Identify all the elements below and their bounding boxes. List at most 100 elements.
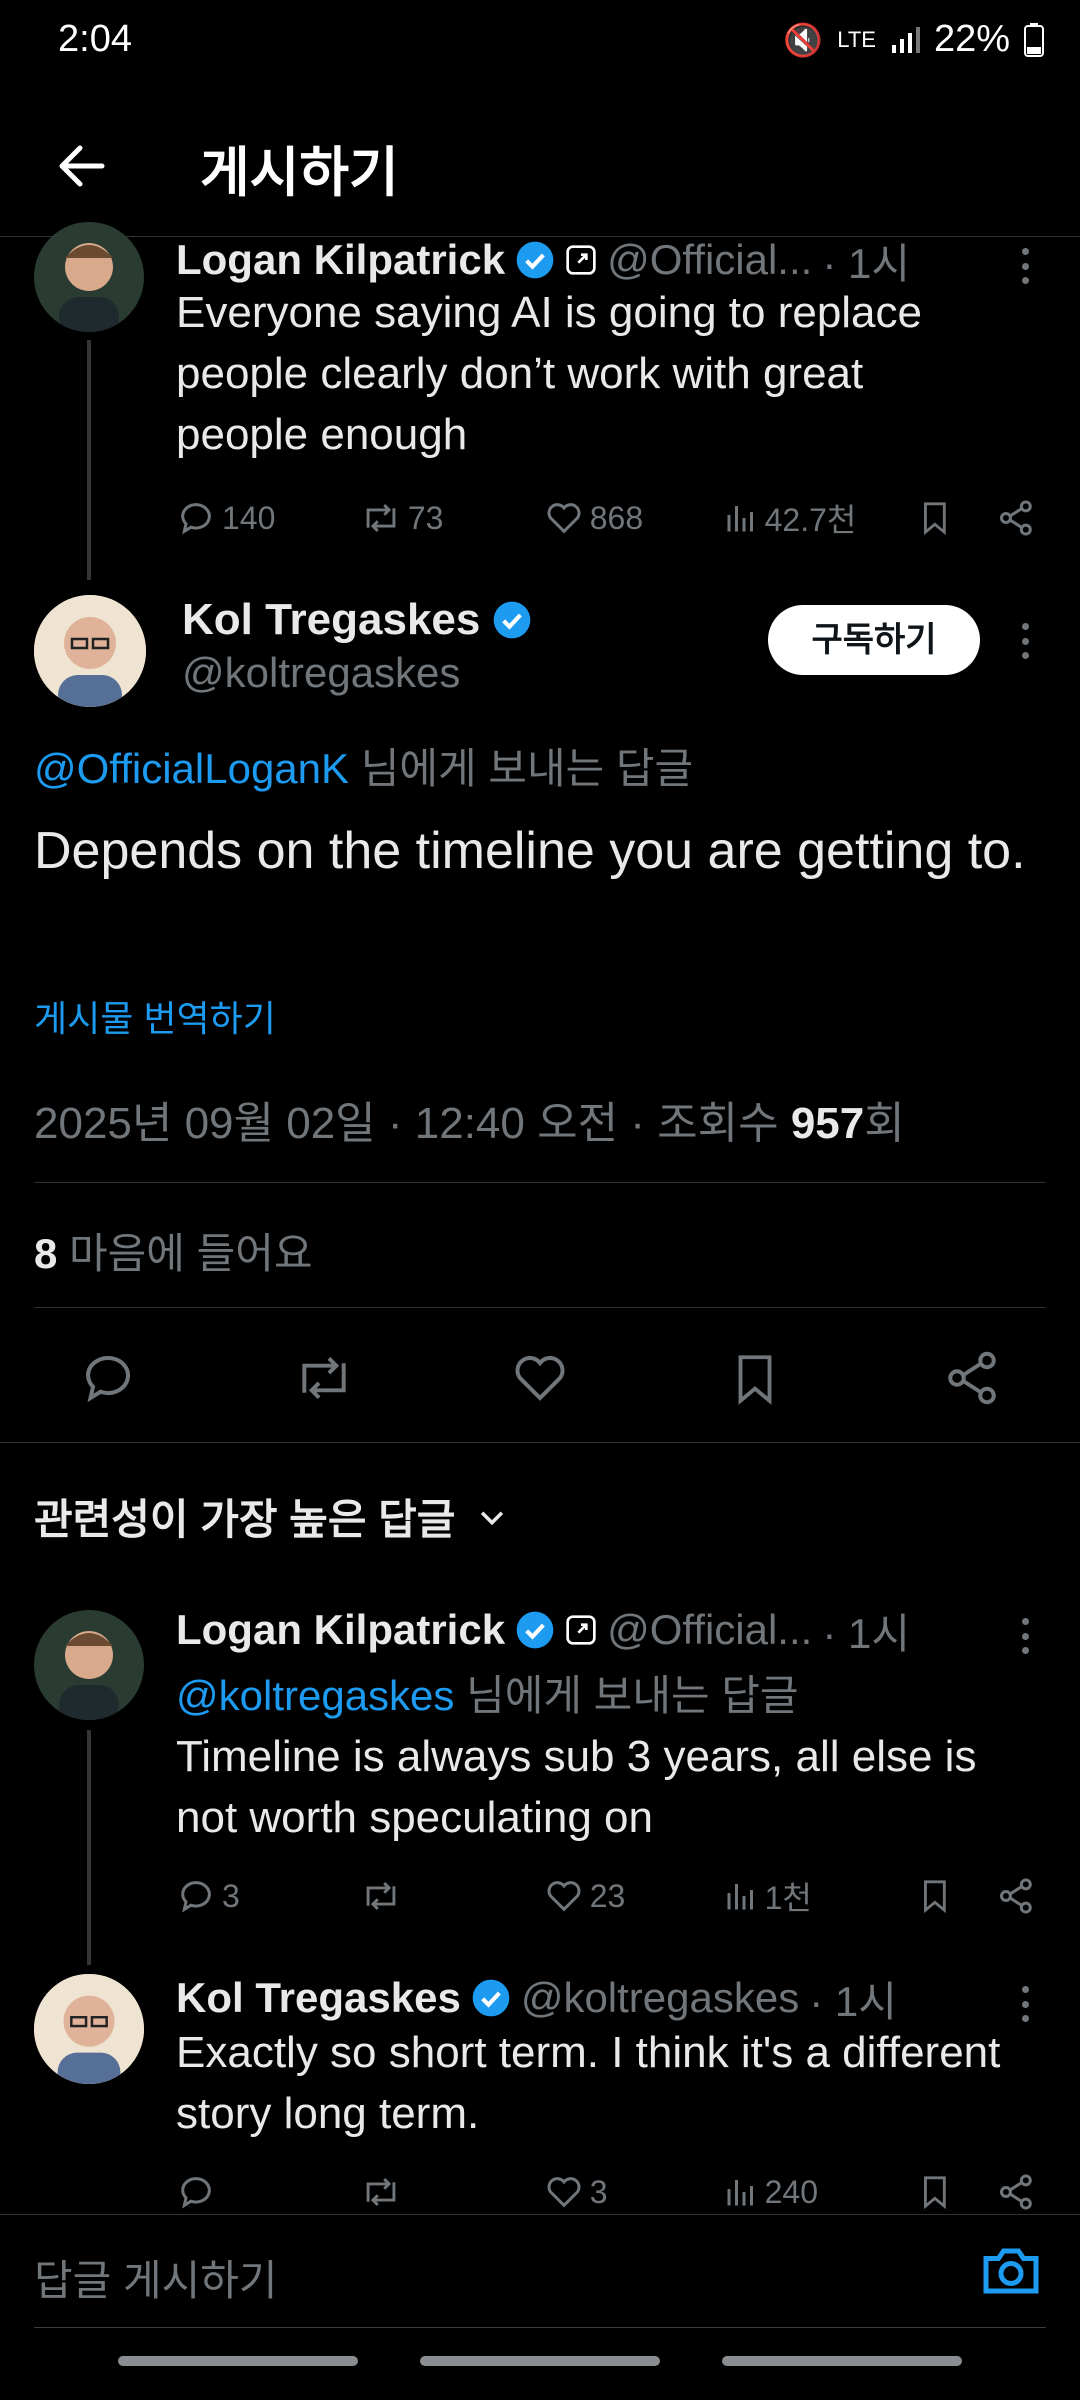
avatar[interactable] [34, 1974, 144, 2084]
home-button[interactable] [420, 2356, 660, 2366]
divider [0, 1442, 1080, 1443]
like-count: 3 [589, 2173, 608, 2210]
bookmark-icon[interactable] [916, 2171, 954, 2213]
affiliate-icon [566, 1615, 596, 1645]
bookmark-icon[interactable] [726, 1348, 784, 1410]
tweet-text: Everyone saying AI is going to replace p… [176, 288, 923, 459]
more-options-icon[interactable] [1019, 623, 1031, 659]
retweet-button[interactable] [360, 1876, 544, 1916]
author-line: Kol Tregaskes [182, 595, 532, 645]
back-arrow-icon[interactable] [52, 136, 112, 196]
avatar[interactable] [34, 222, 144, 332]
chevron-down-icon [481, 1510, 504, 1525]
reply-to-link[interactable]: @koltregaskes [176, 1672, 454, 1719]
views-suffix: 회 [864, 1099, 905, 1148]
more-options-icon[interactable] [1019, 248, 1031, 284]
more-options-icon[interactable] [1019, 1986, 1031, 2022]
signal-icon [891, 26, 920, 53]
person-avatar-icon [59, 243, 119, 332]
reply-sort-selector[interactable]: 관련성이 가장 높은 답글 [34, 1486, 509, 1547]
heart-icon [547, 503, 581, 534]
author-name[interactable]: Logan Kilpatrick [176, 236, 505, 284]
reply-button[interactable]: 3 [176, 1876, 360, 1916]
recents-button[interactable] [118, 2356, 358, 2366]
tweet-text: Depends on the timeline you are getting … [34, 822, 1026, 880]
share-icon[interactable] [942, 1348, 1002, 1408]
divider [34, 2327, 1046, 2328]
views-button[interactable]: 1천 [723, 1873, 907, 1919]
mute-icon: 🔇 [783, 21, 824, 58]
top-app-bar: 게시하기 [0, 110, 1080, 210]
share-icon[interactable] [996, 498, 1036, 538]
author-name[interactable]: Kol Tregaskes [176, 1974, 461, 2022]
tweet-timestamp: 2025년 09월 02일 · 12:40 오전 · 조회수 957회 [34, 1087, 905, 1151]
reply-button[interactable] [176, 2172, 360, 2212]
tweet-header: Logan Kilpatrick @Official... · 1시 [176, 1600, 1056, 1660]
author-handle: @Official... [607, 1606, 813, 1653]
author-name[interactable]: Kol Tregaskes [182, 595, 480, 645]
retweet-button[interactable] [360, 2172, 544, 2212]
tweet-actions: 140 73 868 42.7천 [176, 488, 1036, 548]
likes-summary[interactable]: 8 마음에 들어요 [34, 1220, 313, 1281]
system-nav-bar [0, 2330, 1080, 2400]
camera-icon[interactable] [978, 2241, 1044, 2301]
views-count: 957 [790, 1099, 865, 1148]
reply-icon[interactable] [78, 1348, 138, 1408]
affiliate-icon [566, 245, 596, 275]
verified-icon [516, 1611, 554, 1649]
reply-icon [181, 2177, 211, 2209]
reply-tweet[interactable]: Logan Kilpatrick @Official... · 1시 @kolt… [0, 1600, 1080, 1970]
status-icons: 🔇 LTE 22% [783, 18, 1044, 61]
like-count: 23 [589, 1877, 626, 1914]
main-actions [0, 1340, 1080, 1430]
battery-percent: 22% [933, 18, 1010, 60]
like-button[interactable]: 868 [544, 498, 723, 538]
parent-tweet[interactable]: Logan Kilpatrick @Official... · 1시 Every… [0, 222, 1080, 590]
reply-to-label: 님에게 보내는 답글 [454, 1672, 799, 1719]
views-button[interactable]: 42.7천 [723, 495, 907, 541]
heart-icon[interactable] [510, 1348, 570, 1408]
more-options-icon[interactable] [1019, 1618, 1031, 1654]
reply-tweet[interactable]: Kol Tregaskes @koltregaskes · 1시 Exactly… [0, 1968, 1080, 2218]
thread-line [87, 340, 91, 580]
view-count: 42.7천 [764, 502, 857, 538]
retweet-icon [366, 1882, 396, 1910]
divider [34, 1307, 1046, 1308]
author-handle: @Official... [607, 236, 813, 283]
like-button[interactable]: 23 [544, 1876, 723, 1916]
tweet-text: Exactly so short term. I think it's a di… [176, 2028, 1001, 2138]
views-button[interactable]: 240 [723, 2174, 907, 2211]
timestamp-text: 2025년 09월 02일 · 12:40 오전 · 조회수 [34, 1099, 791, 1148]
retweet-icon[interactable] [292, 1348, 356, 1408]
network-label: LTE [837, 26, 876, 52]
verified-icon [516, 241, 554, 279]
subscribe-button[interactable]: 구독하기 [768, 605, 980, 675]
reply-context: @OfficialLoganK 님에게 보내는 답글 [34, 735, 693, 796]
heart-icon [547, 2177, 581, 2208]
author-handle[interactable]: @koltregaskes [182, 649, 460, 697]
retweet-button[interactable]: 73 [360, 498, 544, 538]
retweet-count: 73 [407, 499, 444, 536]
bookmark-icon[interactable] [916, 497, 954, 539]
author-name[interactable]: Logan Kilpatrick [176, 1606, 505, 1654]
bookmark-icon[interactable] [916, 1875, 954, 1917]
thread-line [87, 1730, 91, 1965]
reply-icon [181, 1881, 211, 1913]
share-icon[interactable] [996, 1876, 1036, 1916]
main-tweet: Kol Tregaskes @koltregaskes 구독하기 @Offici… [0, 595, 1080, 1445]
reply-count: 140 [222, 499, 276, 536]
avatar[interactable] [34, 595, 146, 707]
like-button[interactable]: 3 [544, 2172, 723, 2212]
translate-link[interactable]: 게시물 번역하기 [34, 990, 276, 1042]
share-icon[interactable] [996, 2172, 1036, 2212]
reply-button[interactable]: 140 [176, 498, 360, 538]
reply-to-link[interactable]: @OfficialLoganK [34, 745, 349, 792]
back-button[interactable] [722, 2356, 962, 2366]
reply-input[interactable]: 답글 게시하기 [34, 2247, 278, 2308]
page-title: 게시하기 [200, 143, 399, 203]
likes-count: 8 [34, 1230, 58, 1277]
avatar[interactable] [34, 1610, 144, 1720]
views-icon [727, 2180, 753, 2206]
battery-icon [1024, 22, 1044, 57]
view-count: 1천 [764, 1880, 812, 1916]
